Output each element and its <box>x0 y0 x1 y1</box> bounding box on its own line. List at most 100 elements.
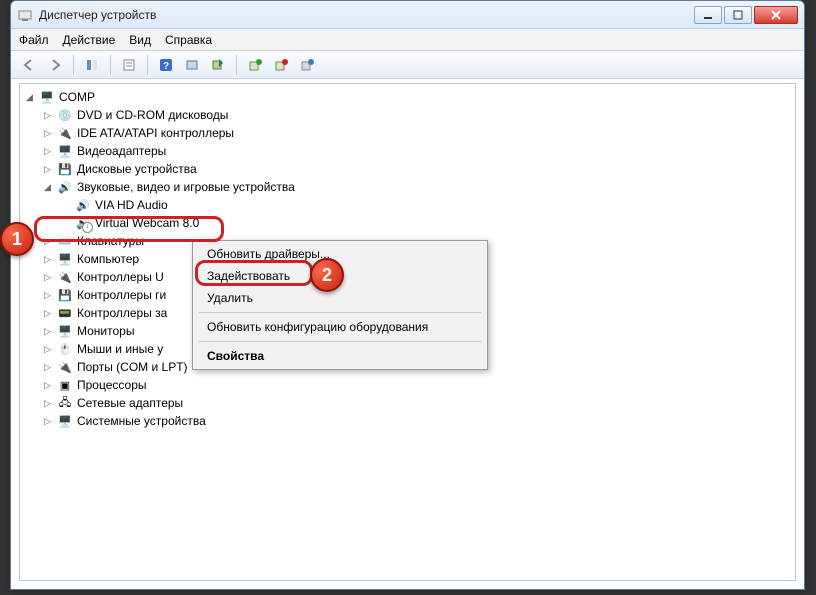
annotation-badge-2: 2 <box>310 258 344 292</box>
collapse-icon[interactable]: ◢ <box>24 92 35 103</box>
expand-icon[interactable]: ▷ <box>42 308 53 319</box>
uninstall-button[interactable] <box>269 54 293 76</box>
usb-icon: 🔌 <box>57 269 73 285</box>
item-label: Порты (COM и LPT) <box>77 360 188 374</box>
window-controls <box>694 6 798 24</box>
menubar: Файл Действие Вид Справка <box>11 29 804 51</box>
update-driver-button[interactable] <box>243 54 267 76</box>
forward-button[interactable] <box>43 54 67 76</box>
expand-icon[interactable]: ▷ <box>42 272 53 283</box>
expand-icon[interactable]: ▷ <box>42 146 53 157</box>
keyboard-icon: ⌨️ <box>57 233 73 249</box>
item-label: Сетевые адаптеры <box>77 396 183 410</box>
separator <box>110 55 111 75</box>
controller-icon: 💾 <box>57 287 73 303</box>
collapse-icon[interactable]: ◢ <box>42 182 53 193</box>
item-label: Клавиатуры <box>77 234 144 248</box>
sound-icon: 🔊 <box>57 179 73 195</box>
menu-view[interactable]: Вид <box>129 33 151 47</box>
separator <box>73 55 74 75</box>
item-label: Virtual Webcam 8.0 <box>95 216 199 230</box>
expand-icon[interactable]: ▷ <box>42 416 53 427</box>
item-label: Видеоадаптеры <box>77 144 166 158</box>
expand-icon[interactable]: ▷ <box>42 362 53 373</box>
item-label: Мониторы <box>77 324 134 338</box>
item-label: Контроллеры за <box>77 306 167 320</box>
expand-icon[interactable]: ▷ <box>42 344 53 355</box>
ctx-delete[interactable]: Удалить <box>195 287 485 309</box>
item-label: VIA HD Audio <box>95 198 168 212</box>
item-label: Процессоры <box>77 378 147 392</box>
expand-icon[interactable]: ▷ <box>42 326 53 337</box>
menu-action[interactable]: Действие <box>63 33 116 47</box>
ctx-update-drivers[interactable]: Обновить драйверы... <box>195 243 485 265</box>
svg-text:?: ? <box>163 61 169 72</box>
tree-root[interactable]: ◢ 🖥️ COMP <box>20 88 795 106</box>
item-label: Системные устройства <box>77 414 206 428</box>
tree-item[interactable]: ▷ 🔌 IDE ATA/ATAPI контроллеры <box>20 124 795 142</box>
tree-item-sound[interactable]: ◢ 🔊 Звуковые, видео и игровые устройства <box>20 178 795 196</box>
menu-help[interactable]: Справка <box>165 33 212 47</box>
minimize-button[interactable] <box>694 6 722 24</box>
tree-item[interactable]: ▷ 💾 Дисковые устройства <box>20 160 795 178</box>
item-label: IDE ATA/ATAPI контроллеры <box>77 126 234 140</box>
annotation-badge-1: 1 <box>0 222 34 256</box>
help-button[interactable]: ? <box>154 54 178 76</box>
item-label: Компьютер <box>77 252 139 266</box>
tree-item[interactable]: 🔊 VIA HD Audio <box>20 196 795 214</box>
menu-file[interactable]: Файл <box>19 33 49 47</box>
computer-icon: 🖥️ <box>39 89 55 105</box>
expand-icon[interactable]: ▷ <box>42 236 53 247</box>
maximize-button[interactable] <box>724 6 752 24</box>
expand-icon[interactable]: ▷ <box>42 164 53 175</box>
separator <box>199 341 481 342</box>
sound-icon: 🔊 <box>75 197 91 213</box>
properties-button[interactable] <box>117 54 141 76</box>
context-menu: Обновить драйверы... Задействовать Удали… <box>192 240 488 370</box>
back-button[interactable] <box>17 54 41 76</box>
tree-item[interactable]: ▷ 🖥️ Видеоадаптеры <box>20 142 795 160</box>
expand-icon[interactable]: ▷ <box>42 110 53 121</box>
close-button[interactable] <box>754 6 798 24</box>
show-hide-button[interactable] <box>80 54 104 76</box>
item-label: Дисковые устройства <box>77 162 197 176</box>
root-label: COMP <box>59 90 95 104</box>
toolbar: ? <box>11 51 804 79</box>
disable-button[interactable] <box>295 54 319 76</box>
item-label: DVD и CD-ROM дисководы <box>77 108 228 122</box>
system-icon: 🖥️ <box>57 413 73 429</box>
tree-item[interactable]: ▷ 🖥️ Системные устройства <box>20 412 795 430</box>
item-label: Контроллеры ги <box>77 288 166 302</box>
port-icon: 🔌 <box>57 359 73 375</box>
expand-icon[interactable]: ▷ <box>42 254 53 265</box>
separator <box>147 55 148 75</box>
network-icon: 🖧 <box>57 395 73 411</box>
controller-icon: 📟 <box>57 305 73 321</box>
disk-icon: 💾 <box>57 161 73 177</box>
ide-icon: 🔌 <box>57 125 73 141</box>
ctx-rescan[interactable]: Обновить конфигурацию оборудования <box>195 316 485 338</box>
enable-button[interactable] <box>206 54 230 76</box>
cpu-icon: ▣ <box>57 377 73 393</box>
scan-button[interactable] <box>180 54 204 76</box>
display-icon: 🖥️ <box>57 143 73 159</box>
ctx-properties[interactable]: Свойства <box>195 345 485 367</box>
monitor-icon: 🖥️ <box>57 323 73 339</box>
expand-icon[interactable]: ▷ <box>42 128 53 139</box>
tree-item-webcam[interactable]: 🔊Virtual Webcam 8.0 <box>20 214 795 232</box>
expand-icon[interactable]: ▷ <box>42 290 53 301</box>
separator <box>236 55 237 75</box>
tree-item[interactable]: ▷💿DVD и CD-ROM дисководы <box>20 106 795 124</box>
expand-icon[interactable]: ▷ <box>42 398 53 409</box>
tree-item[interactable]: ▷ ▣ Процессоры <box>20 376 795 394</box>
computer-icon: 🖥️ <box>57 251 73 267</box>
expand-icon[interactable]: ▷ <box>42 380 53 391</box>
window-title: Диспетчер устройств <box>39 8 694 22</box>
item-label: Мыши и иные у <box>77 342 163 356</box>
item-label: Звуковые, видео и игровые устройства <box>77 180 295 194</box>
item-label: Контроллеры U <box>77 270 164 284</box>
tree-item[interactable]: ▷ 🖧 Сетевые адаптеры <box>20 394 795 412</box>
titlebar: Диспетчер устройств <box>11 1 804 29</box>
separator <box>199 312 481 313</box>
app-icon <box>17 7 33 23</box>
